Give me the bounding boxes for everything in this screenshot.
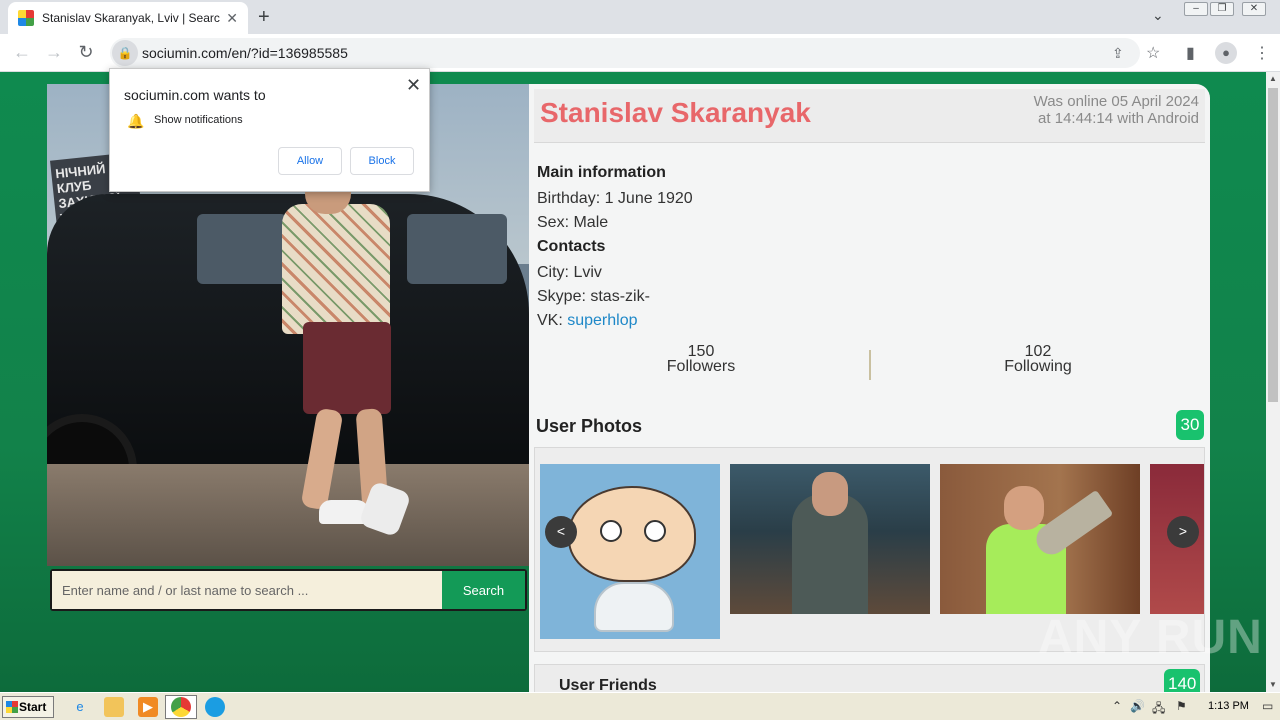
windows-logo-icon [6, 701, 18, 713]
back-icon[interactable]: ← [11, 42, 33, 63]
tab-title: Stanislav Skaranyak, Lviv | Search In [42, 11, 221, 25]
sidebar-icon[interactable]: ▮ [1186, 43, 1195, 63]
start-button[interactable]: Start [2, 696, 54, 718]
star-icon[interactable]: ☆ [1146, 43, 1160, 63]
taskbar: Start e ▶ ⌃ 🔊 🖧 ⚑ 1:13 PM ▭ [0, 692, 1280, 720]
close-window-button[interactable]: ✕ [1242, 2, 1266, 16]
photo-person-shorts [303, 322, 391, 414]
show-desktop-icon[interactable]: ▭ [1262, 699, 1273, 713]
last-online-time: at 14:44:14 with Android [1038, 110, 1199, 127]
tab-close-icon[interactable]: ✕ [226, 10, 238, 27]
clock[interactable]: 1:13 PM [1208, 700, 1249, 712]
minimize-button[interactable]: – [1184, 2, 1208, 16]
popup-title: sociumin.com wants to [124, 87, 266, 103]
scroll-down-icon[interactable]: ▼ [1266, 678, 1280, 692]
ie-icon[interactable]: e [70, 697, 90, 717]
chrome-icon [171, 697, 191, 717]
photo-person [282, 204, 390, 334]
thumb-cartoon-body [594, 582, 674, 632]
tray-expand-icon[interactable]: ⌃ [1112, 699, 1122, 713]
allow-button[interactable]: Allow [278, 147, 342, 175]
search-button[interactable]: Search [442, 571, 525, 609]
restore-button[interactable]: ❐ [1210, 2, 1234, 16]
following-label: Following [1004, 358, 1072, 375]
flag-icon[interactable]: ⚑ [1176, 699, 1187, 713]
folder-icon[interactable] [104, 697, 124, 717]
new-tab-button[interactable]: + [258, 6, 270, 29]
photo-thumbnail[interactable] [730, 464, 930, 614]
scroll-up-icon[interactable]: ▲ [1266, 72, 1280, 86]
watermark-logo: ANY RUN [1038, 611, 1263, 664]
bell-icon: 🔔 [127, 113, 145, 129]
followers-count: 150 [687, 343, 715, 360]
photos-count-badge: 30 [1176, 410, 1204, 440]
vk-label: VK: [537, 312, 568, 329]
followers-label: Followers [666, 358, 736, 375]
profile-panel: Stanislav Skaranyak Was online 05 April … [529, 84, 1210, 692]
following-count: 102 [1024, 343, 1052, 360]
following-stat[interactable]: 102 Following [978, 343, 1098, 375]
address-bar[interactable]: 🔒 sociumin.com/en/?id=136985585 ⇪ [110, 38, 1140, 68]
reload-icon[interactable]: ↻ [75, 42, 97, 63]
page-scrollbar[interactable]: ▲ ▼ [1266, 72, 1280, 692]
user-friends-title: User Friends [559, 677, 657, 692]
start-label: Start [19, 700, 47, 714]
carousel-next-button[interactable]: > [1167, 516, 1199, 548]
share-icon[interactable]: ⇪ [1112, 45, 1124, 62]
sex: Sex: Male [537, 214, 609, 231]
network-icon[interactable]: 🖧 [1152, 699, 1165, 720]
followers-stat[interactable]: 150 Followers [641, 343, 761, 375]
photo-thumbnail[interactable] [940, 464, 1140, 614]
thumb-cartoon-eye [600, 520, 622, 542]
thumb-person-face [812, 472, 848, 516]
media-player-icon[interactable]: ▶ [138, 697, 158, 717]
lock-icon[interactable]: 🔒 [112, 40, 138, 66]
volume-icon[interactable]: 🔊 [1130, 699, 1145, 713]
popup-close-icon[interactable]: ✕ [406, 75, 421, 96]
user-photos-title: User Photos [536, 416, 643, 436]
menu-icon[interactable]: ⋮ [1254, 43, 1270, 63]
tab-search-chevron-icon[interactable]: ⌄ [1152, 7, 1164, 24]
last-online: Was online 05 April 2024 at 14:44:14 wit… [1034, 93, 1199, 127]
photo-thumbnail[interactable] [540, 464, 720, 639]
thumb-person-face [1004, 486, 1044, 530]
profile-header: Stanislav Skaranyak Was online 05 April … [534, 89, 1205, 143]
search-form: Search [50, 569, 527, 611]
profile-icon[interactable]: ● [1215, 42, 1237, 64]
birthday: Birthday: 1 June 1920 [537, 190, 693, 207]
popup-permission-text: Show notifications [154, 114, 243, 126]
friends-count-badge: 140 [1164, 669, 1201, 692]
carousel-prev-button[interactable]: < [545, 516, 577, 548]
contacts-heading: Contacts [537, 238, 606, 255]
photo-ground [47, 464, 529, 566]
photo-car-window [407, 214, 507, 284]
user-friends-header: User Friends 140 [534, 664, 1205, 692]
chrome-taskbar-button[interactable] [165, 695, 197, 719]
vk-link[interactable]: superhlop [567, 312, 637, 329]
last-online-date: Was online 05 April 2024 [1033, 93, 1199, 110]
skype: Skype: stas-zik- [537, 288, 650, 305]
photo-car-window [197, 214, 287, 284]
block-button[interactable]: Block [350, 147, 414, 175]
thumb-cartoon-eye [644, 520, 666, 542]
profile-name: Stanislav Skaranyak [540, 97, 811, 128]
scroll-thumb[interactable] [1268, 88, 1278, 402]
browser-titlebar: Stanislav Skaranyak, Lviv | Search In ✕ … [0, 0, 1280, 34]
browser-tab[interactable]: Stanislav Skaranyak, Lviv | Search In ✕ [8, 2, 248, 34]
stats-divider [869, 350, 871, 380]
url-text[interactable]: sociumin.com/en/?id=136985585 [142, 45, 348, 61]
city: City: Lviv [537, 264, 602, 281]
forward-icon[interactable]: → [43, 42, 65, 63]
browser-toolbar: ← → ↻ 🔒 sociumin.com/en/?id=136985585 ⇪ … [0, 34, 1280, 72]
edge-icon[interactable] [205, 697, 225, 717]
vk-row: VK: superhlop [537, 312, 638, 330]
search-input[interactable] [52, 571, 442, 609]
main-info-heading: Main information [537, 164, 666, 181]
notification-permission-popup: sociumin.com wants to ✕ 🔔 Show notificat… [109, 68, 430, 192]
thumb-cartoon-head [568, 486, 696, 582]
favicon-icon [18, 10, 34, 26]
